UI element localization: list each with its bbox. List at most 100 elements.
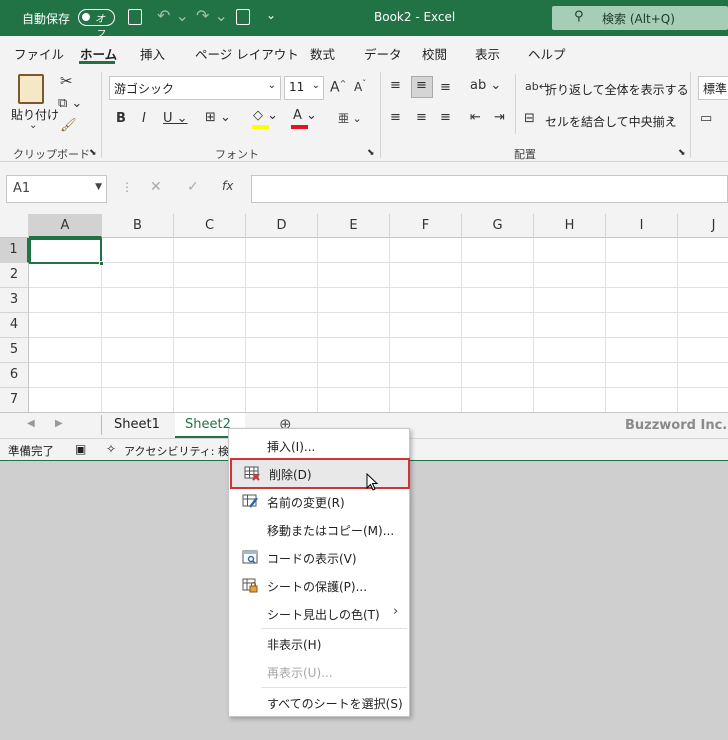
autosave-label: 自動保存 [22,12,71,26]
gridline [389,238,390,412]
insert-function-icon[interactable]: fx [222,179,233,193]
customize-qat-icon[interactable]: ⌄ [266,8,276,22]
font-launcher-icon[interactable]: ⬊ [367,148,375,158]
select-all-corner[interactable] [0,214,29,238]
undo-icon[interactable]: ↶ ⌄ [157,6,189,25]
column-header-h[interactable]: H [534,214,606,238]
worksheet-grid[interactable]: A B C D E F G H I J 1 2 3 4 5 6 7 [0,214,728,412]
menu-item-delete[interactable]: 削除(D) [230,458,410,491]
align-center-icon[interactable]: ≡ [416,110,427,125]
menu-item-tab-color[interactable]: シート見出しの色(T) › [229,599,409,627]
row-header-5[interactable]: 5 [0,338,29,363]
paste-icon[interactable] [18,74,44,104]
align-left-icon[interactable]: ≡ [390,110,401,125]
sheet-tab-label: Sheet2 [185,417,231,432]
menu-item-view-code[interactable]: コードの表示(V) [229,543,409,571]
borders-icon[interactable]: ⊞ ⌄ [205,110,231,125]
align-right-icon[interactable]: ≡ [440,110,451,125]
formula-input[interactable] [251,175,728,203]
name-box[interactable]: A1 ▼ [6,175,107,203]
menu-item-move-copy[interactable]: 移動またはコピー(M)... [229,515,409,543]
touch-mode-icon[interactable] [236,9,250,25]
cut-icon[interactable]: ✂ [60,72,73,90]
autosave-toggle[interactable]: オフ [78,9,115,40]
tab-formulas[interactable]: 数式 [310,44,335,63]
selected-cell-a1[interactable] [29,238,104,266]
currency-icon[interactable]: ▭ [700,111,712,126]
menu-item-protect-sheet[interactable]: シートの保護(P)... [229,571,409,599]
font-color-icon[interactable]: A ⌄ [293,108,317,123]
paste-dropdown-icon[interactable]: ⌄ [29,120,37,131]
row-header-4[interactable]: 4 [0,313,29,338]
scroll-left-icon[interactable]: ◀ [27,418,35,429]
bold-icon[interactable]: B [116,111,126,126]
save-icon[interactable] [128,9,142,25]
column-header-j[interactable]: J [678,214,728,238]
decrease-indent-icon[interactable]: ⇤ [470,110,481,125]
wrap-text-label[interactable]: 折り返して全体を表示する [545,81,689,98]
formula-bar-grip-icon: ⋮ [121,180,133,194]
row-header-3[interactable]: 3 [0,288,29,313]
row-header-1[interactable]: 1 [0,238,29,263]
gridline [533,238,534,412]
number-format-select[interactable]: 標準 [698,76,728,100]
menu-item-select-all-sheets[interactable]: すべてのシートを選択(S) [229,688,409,716]
fill-handle[interactable] [99,261,104,266]
redo-icon[interactable]: ↷ ⌄ [196,6,228,25]
column-header-g[interactable]: G [462,214,534,238]
font-color-swatch [291,125,308,129]
alignment-launcher-icon[interactable]: ⬊ [678,148,686,158]
font-size-value: 11 [289,80,305,94]
fill-color-icon[interactable]: ◇ ⌄ [253,108,278,123]
macro-record-icon[interactable]: ▣ [75,442,86,456]
copy-icon[interactable]: ⧉ ⌄ [58,96,82,111]
column-header-b[interactable]: B [102,214,174,238]
increase-indent-icon[interactable]: ⇥ [494,110,505,125]
underline-icon[interactable]: U ⌄ [163,111,188,126]
tab-data[interactable]: データ [364,44,402,63]
tab-file[interactable]: ファイル [14,44,64,63]
menu-item-hide[interactable]: 非表示(H) [229,629,409,657]
tab-view[interactable]: 表示 [475,44,500,63]
search-box[interactable]: ⚲ 検索 (Alt+Q) [552,6,728,30]
font-size-select[interactable]: 11 ⌄ [284,76,324,100]
font-name-select[interactable]: 游ゴシック ⌄ [109,76,281,100]
merge-center-label[interactable]: セルを結合して中央揃え [545,113,677,130]
phonetic-icon[interactable]: 亜 ⌄ [338,110,362,126]
row-header-7[interactable]: 7 [0,388,29,412]
merge-center-icon[interactable]: ⊟ [524,111,535,126]
sheet-tab-sheet1[interactable]: Sheet1 [104,413,170,438]
format-painter-icon[interactable]: 🖌 [60,118,77,133]
confirm-entry-icon[interactable]: ✓ [187,179,199,195]
align-bottom-icon[interactable]: ≡ [440,80,451,95]
column-header-e[interactable]: E [318,214,390,238]
align-top-icon[interactable]: ≡ [390,78,401,93]
scroll-right-icon[interactable]: ▶ [55,418,63,429]
column-header-i[interactable]: I [606,214,678,238]
accessibility-icon[interactable]: ✧ [106,442,116,456]
menu-item-rename[interactable]: 名前の変更(R) [229,487,409,515]
column-header-d[interactable]: D [246,214,318,238]
window-title: Book2 - Excel [374,10,456,24]
search-placeholder: 検索 (Alt+Q) [602,12,675,26]
accessibility-status[interactable]: アクセシビリティ: 検討 [124,443,240,459]
rename-sheet-icon [242,494,258,508]
orientation-icon[interactable]: ab ⌄ [470,78,501,93]
cancel-entry-icon[interactable]: ✕ [150,179,162,195]
column-header-f[interactable]: F [390,214,462,238]
tab-review[interactable]: 校閲 [422,44,447,63]
menu-item-insert[interactable]: 挿入(I)... [229,431,409,459]
italic-icon[interactable]: I [142,111,146,126]
menu-item-label: 挿入(I)... [267,440,316,454]
tab-page-layout[interactable]: ページ レイアウト [195,44,299,63]
increase-font-icon[interactable]: A^ [330,79,346,96]
chevron-down-icon[interactable]: ⌄ [668,112,676,123]
row-header-6[interactable]: 6 [0,363,29,388]
tab-help[interactable]: ヘルプ [528,44,566,63]
decrease-font-icon[interactable]: Aˇ [354,79,366,94]
tab-insert[interactable]: 挿入 [140,44,165,63]
column-header-a[interactable]: A [29,214,102,238]
row-header-2[interactable]: 2 [0,263,29,288]
clipboard-launcher-icon[interactable]: ⬊ [89,148,97,158]
column-header-c[interactable]: C [174,214,246,238]
